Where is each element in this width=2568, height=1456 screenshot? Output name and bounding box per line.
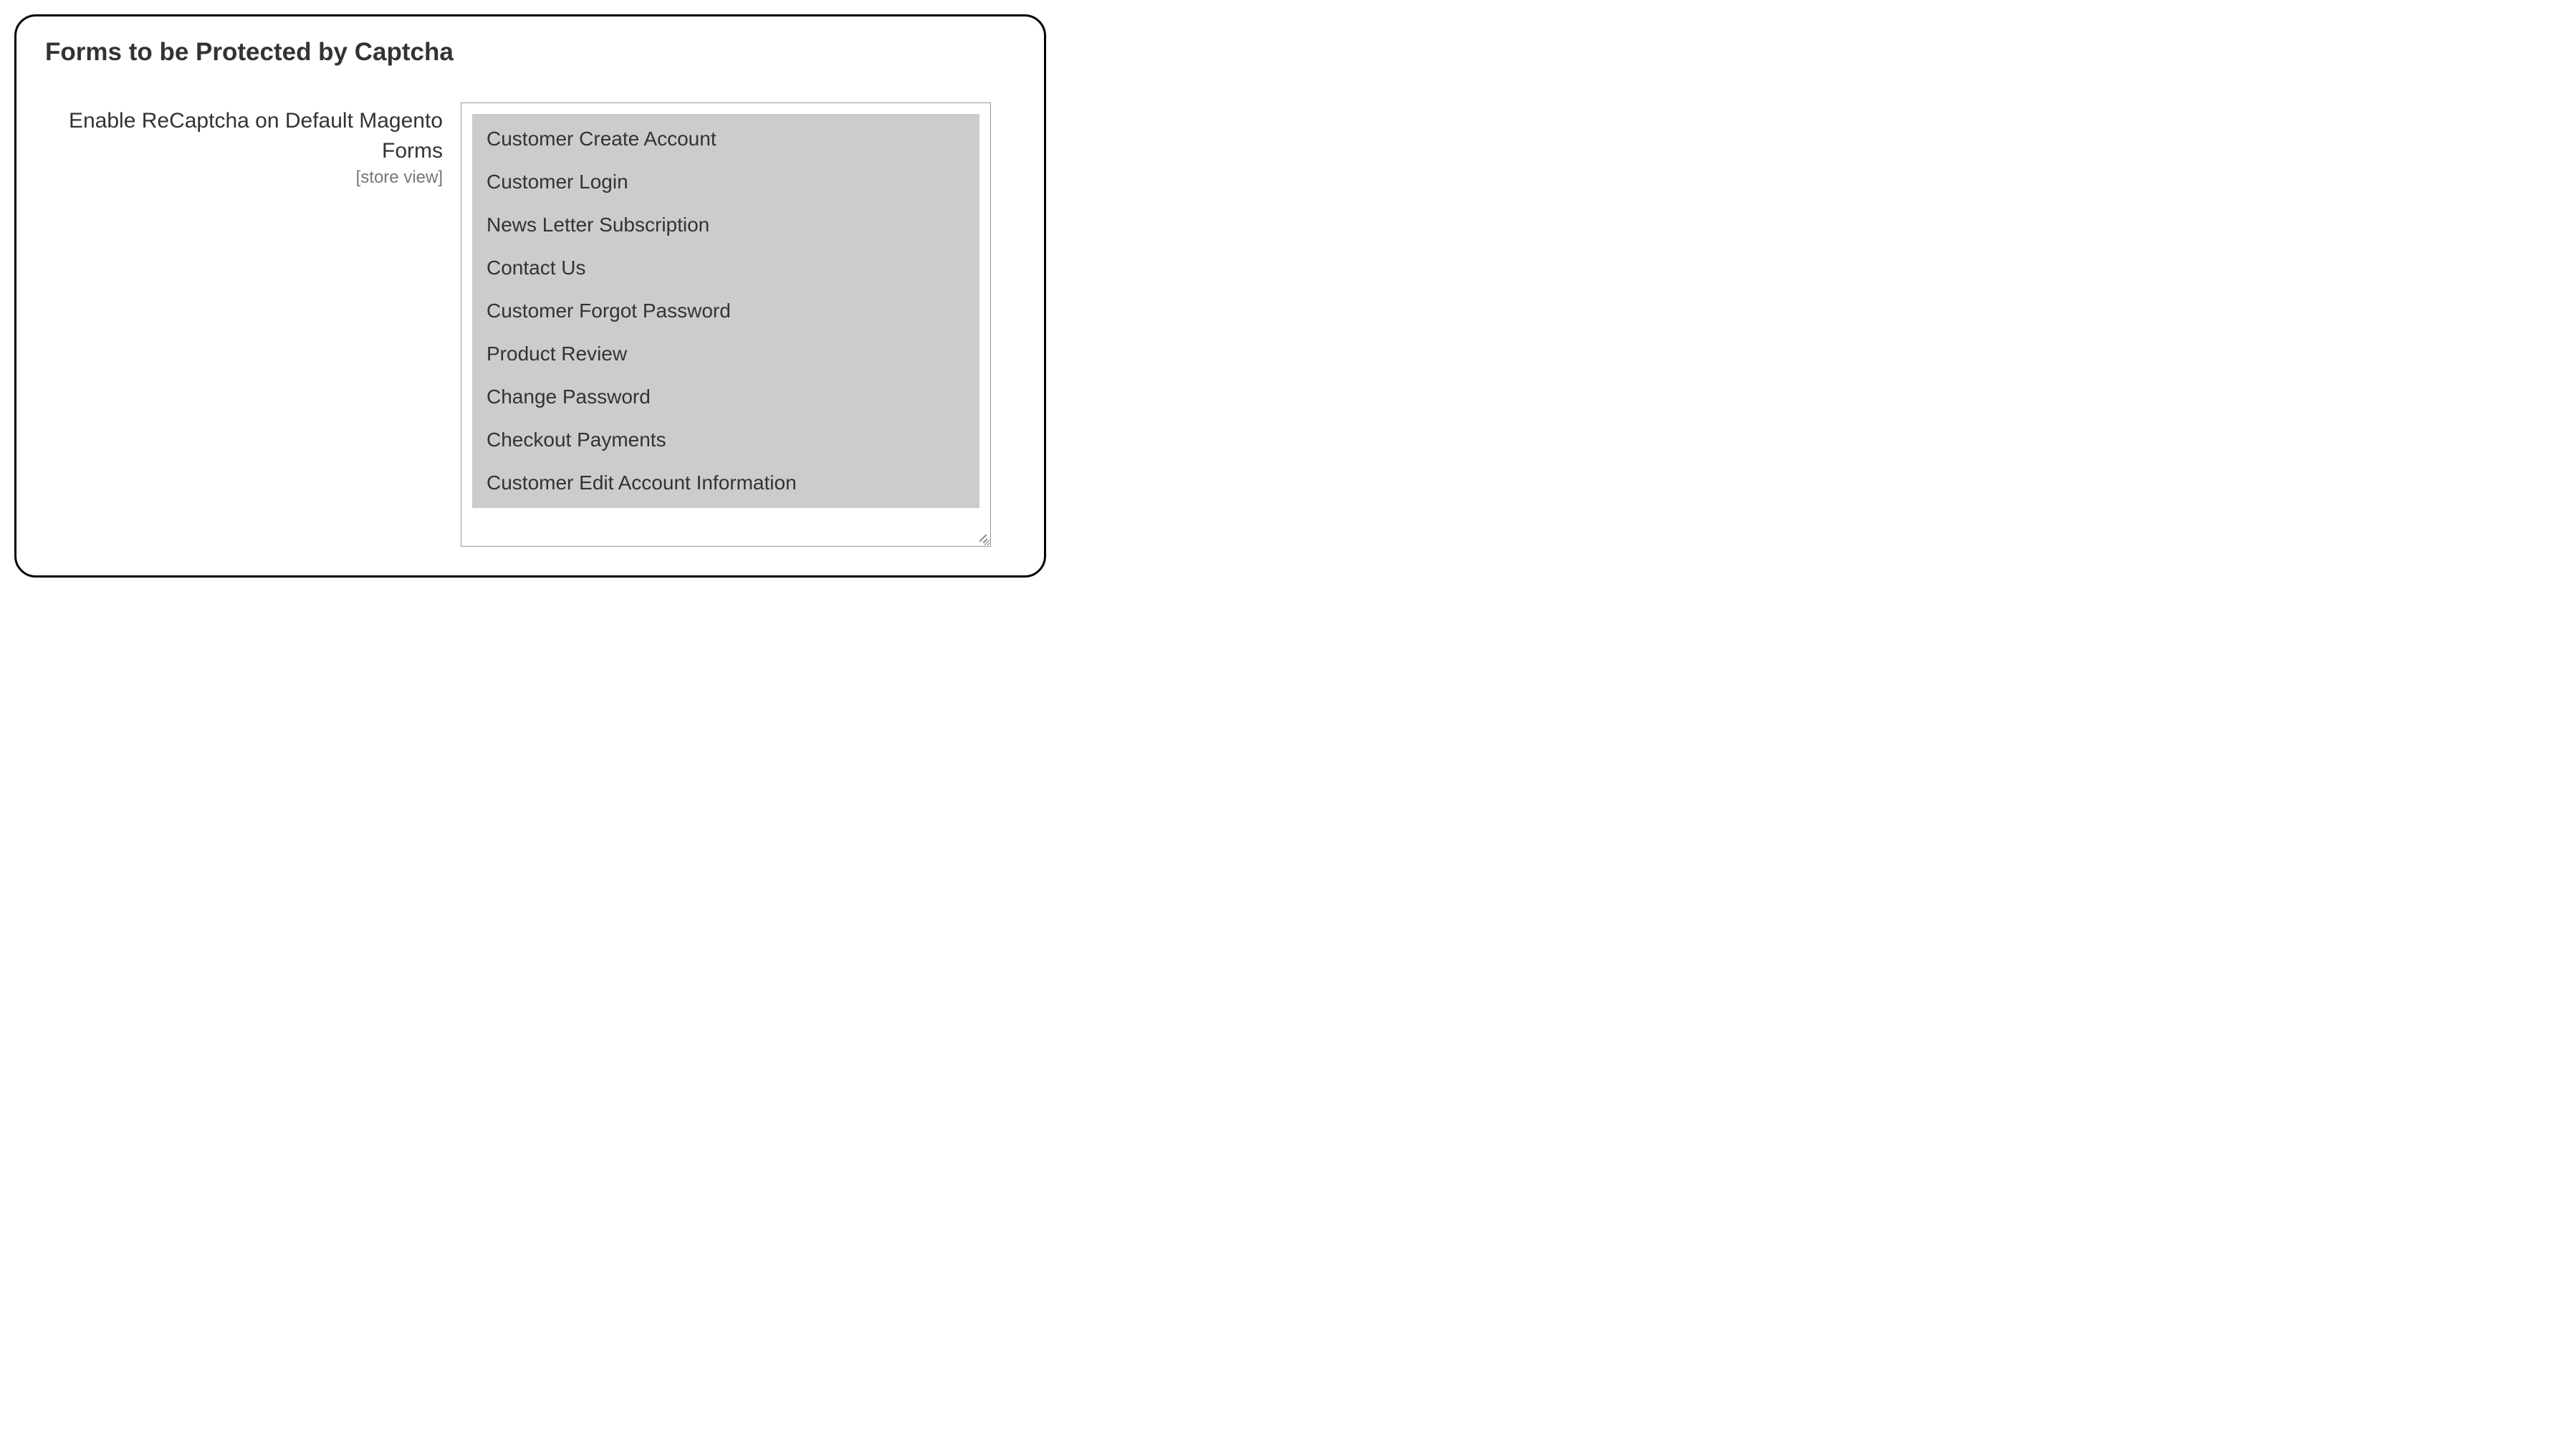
option-customer-edit-account[interactable]: Customer Edit Account Information [472, 461, 979, 504]
option-checkout-payments[interactable]: Checkout Payments [472, 418, 979, 461]
option-customer-login[interactable]: Customer Login [472, 161, 979, 203]
option-contact-us[interactable]: Contact Us [472, 246, 979, 289]
field-label: Enable ReCaptcha on Default Magento Form… [45, 106, 443, 166]
field-scope: [store view] [45, 168, 443, 188]
option-customer-create-account[interactable]: Customer Create Account [472, 118, 979, 161]
config-row: Enable ReCaptcha on Default Magento Form… [45, 102, 1015, 547]
field-label-block: Enable ReCaptcha on Default Magento Form… [45, 102, 443, 188]
option-change-password[interactable]: Change Password [472, 375, 979, 418]
multiselect-list: Customer Create Account Customer Login N… [472, 114, 979, 508]
resize-handle-icon [974, 530, 987, 543]
forms-multiselect[interactable]: Customer Create Account Customer Login N… [461, 102, 991, 547]
option-newsletter-subscription[interactable]: News Letter Subscription [472, 203, 979, 246]
section-title: Forms to be Protected by Captcha [45, 38, 1015, 67]
config-panel: Forms to be Protected by Captcha Enable … [14, 14, 1046, 578]
option-product-review[interactable]: Product Review [472, 332, 979, 375]
option-customer-forgot-password[interactable]: Customer Forgot Password [472, 289, 979, 332]
